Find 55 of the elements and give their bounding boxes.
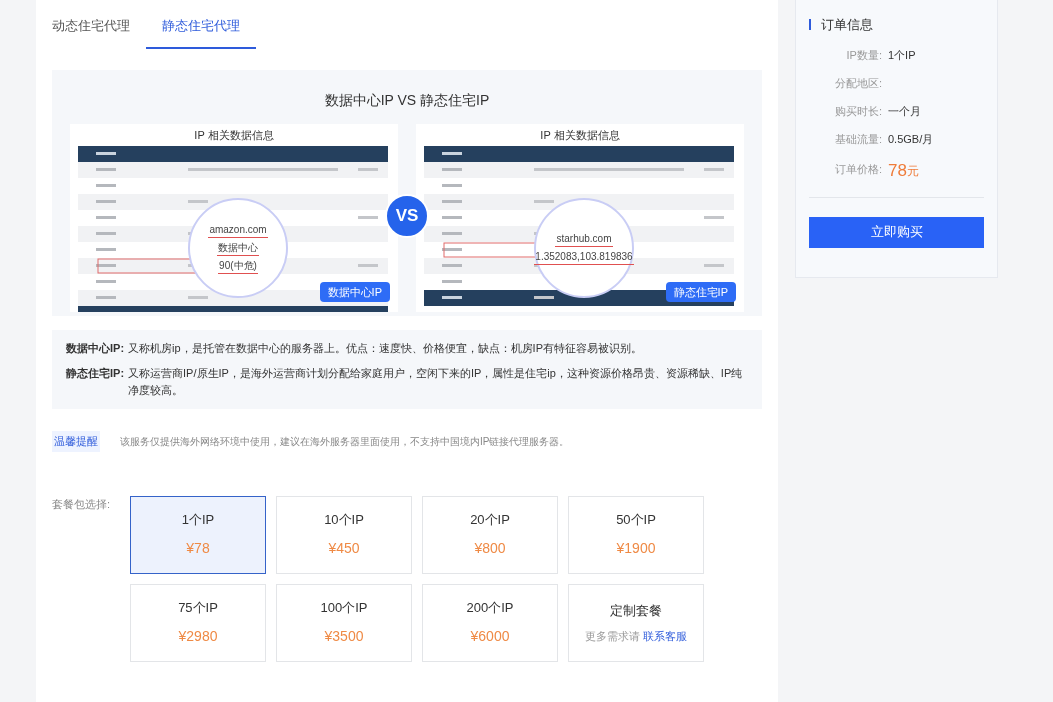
package-name: 50个IP — [616, 511, 656, 530]
package-name: 100个IP — [320, 599, 368, 618]
package-note: 更多需求请 — [585, 629, 640, 644]
order-label: 分配地区: — [833, 76, 882, 92]
package-price: ¥450 — [328, 538, 360, 558]
description-text: 又称机房ip，是托管在数据中心的服务器上。优点：速度快、价格便宜，缺点：机房IP有特征容易被识别。 — [128, 341, 643, 356]
package-card[interactable]: 200个IP ¥6000 — [422, 583, 558, 662]
package-card[interactable]: 1个IP ¥78 — [130, 495, 266, 574]
magnified-text: 1.352083,103.819836 — [534, 249, 634, 265]
magnified-text: starhub.com — [555, 231, 613, 247]
description-term: 静态住宅IP: — [66, 366, 125, 381]
description-term: 数据中心IP: — [66, 341, 125, 356]
notice-text: 该服务仅提供海外网络环境中使用，建议在海外服务器里面使用，不支持中国境内IP链接代理服务器。 — [120, 434, 570, 449]
package-card[interactable]: 10个IP ¥450 — [276, 495, 412, 574]
tab[interactable]: 静态住宅代理 — [146, 0, 256, 49]
order-label: IP数量: — [845, 48, 882, 64]
package-name: 20个IP — [470, 511, 510, 530]
package-card[interactable]: 定制套餐 更多需求请 联系客服 — [568, 583, 704, 662]
package-price: ¥1900 — [616, 538, 656, 558]
notice-tag: 温馨提醒 — [52, 431, 100, 452]
magnified-text: 数据中心 — [217, 240, 259, 256]
description-text: 又称运营商IP/原生IP，是海外运营商计划分配给家庭用户，空闲下来的IP，属性是住宅ip，这种资源价格昂贵、资源稀缺、IP纯净度较高。 — [128, 366, 744, 398]
package-name: 10个IP — [324, 511, 364, 530]
package-card[interactable]: 100个IP ¥3500 — [276, 583, 412, 662]
order-value: 一个月 — [888, 104, 921, 120]
image-heading: IP 相关数据信息 — [193, 128, 275, 142]
package-price: ¥2980 — [178, 626, 218, 646]
contact-link[interactable]: 联系客服 — [643, 628, 687, 645]
buy-button[interactable]: 立即购买 — [809, 216, 984, 248]
price-unit: 元 — [906, 162, 919, 180]
package-card[interactable]: 75个IP ¥2980 — [130, 583, 266, 662]
order-label: 购买时长: — [833, 104, 882, 120]
package-name: 200个IP — [466, 599, 514, 618]
tab[interactable]: 动态住宅代理 — [52, 0, 146, 49]
comparison-title: 数据中心IP VS 静态住宅IP — [323, 91, 491, 110]
order-label: 订单价格: — [833, 162, 882, 177]
title-accent-bar — [809, 19, 811, 31]
package-price: ¥800 — [474, 538, 506, 558]
package-card[interactable]: 20个IP ¥800 — [422, 495, 558, 574]
package-price: ¥3500 — [324, 626, 364, 646]
package-price: ¥78 — [186, 538, 210, 558]
package-name: 1个IP — [181, 511, 215, 530]
order-label: 基础流量: — [833, 132, 882, 148]
image-heading: IP 相关数据信息 — [539, 128, 621, 142]
order-title: 订单信息 — [821, 16, 873, 34]
package-card[interactable]: 50个IP ¥1900 — [568, 495, 704, 574]
magnified-text: amazon.com — [208, 222, 268, 238]
order-price: 78 — [888, 160, 907, 181]
package-name: 定制套餐 — [610, 601, 662, 620]
package-label: 套餐包选择: — [52, 496, 112, 512]
order-value: 0.5GB/月 — [888, 132, 934, 148]
magnified-text: 90(中危) — [218, 258, 258, 274]
package-price: ¥6000 — [470, 626, 510, 646]
order-value: 1个IP — [888, 48, 916, 64]
package-name: 75个IP — [178, 599, 218, 618]
